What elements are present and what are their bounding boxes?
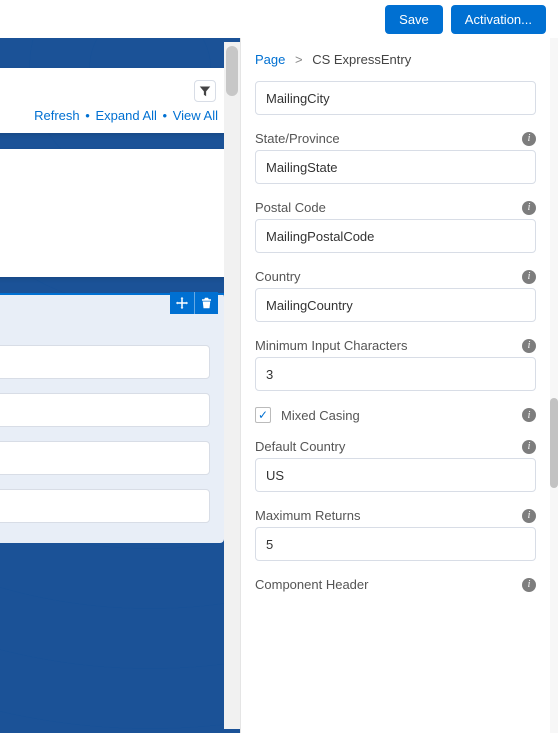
field-min-chars: Minimum Input Characters i <box>255 338 536 391</box>
country-input[interactable] <box>255 288 536 322</box>
toolbar: Save Activation... <box>0 0 558 38</box>
activation-button[interactable]: Activation... <box>451 5 546 34</box>
canvas-area: ime • All activities • All types Refresh… <box>0 38 240 733</box>
delete-icon[interactable] <box>194 292 218 314</box>
min-chars-label: Minimum Input Characters <box>255 338 407 353</box>
field-postal: Postal Code i <box>255 200 536 253</box>
default-country-input[interactable] <box>255 458 536 492</box>
info-icon[interactable]: i <box>522 339 536 353</box>
page-scrollbar[interactable] <box>550 38 558 733</box>
ghost-input <box>0 489 210 523</box>
info-icon[interactable]: i <box>522 270 536 284</box>
separator-dot: • <box>163 108 168 123</box>
refresh-link[interactable]: Refresh <box>34 108 80 123</box>
mixed-casing-checkbox[interactable]: ✓ <box>255 407 271 423</box>
country-label: Country <box>255 269 301 284</box>
past-activity-line: t activity. <box>0 226 218 246</box>
field-component-header: Component Header i <box>255 577 536 592</box>
info-icon[interactable]: i <box>522 201 536 215</box>
field-city <box>255 81 536 115</box>
info-icon[interactable]: i <box>522 408 536 422</box>
default-country-label: Default Country <box>255 439 345 454</box>
field-default-country: Default Country i <box>255 439 536 492</box>
city-input[interactable] <box>255 81 536 115</box>
breadcrumb: Page > CS ExpressEntry <box>255 52 536 67</box>
page-scroll-thumb[interactable] <box>550 398 558 488</box>
next-steps-card: t steps. a task or set up a meeting. t a… <box>0 149 232 277</box>
canvas-scrollbar[interactable] <box>224 42 240 729</box>
save-button[interactable]: Save <box>385 5 443 34</box>
postal-input[interactable] <box>255 219 536 253</box>
expand-all-link[interactable]: Expand All <box>95 108 156 123</box>
field-state: State/Province i <box>255 131 536 184</box>
min-chars-input[interactable] <box>255 357 536 391</box>
info-icon[interactable]: i <box>522 440 536 454</box>
property-panel: Page > CS ExpressEntry State/Province i … <box>240 38 550 733</box>
past-activity-line: rked as done show up here. <box>0 246 218 266</box>
move-icon[interactable] <box>170 292 194 314</box>
chevron-right-icon: > <box>295 52 303 67</box>
state-label: State/Province <box>255 131 340 146</box>
view-all-link[interactable]: View All <box>173 108 218 123</box>
filter-icon[interactable] <box>194 80 216 102</box>
breadcrumb-current: CS ExpressEntry <box>312 52 411 67</box>
ghost-input <box>0 393 210 427</box>
info-icon[interactable]: i <box>522 132 536 146</box>
state-input[interactable] <box>255 150 536 184</box>
breadcrumb-root[interactable]: Page <box>255 52 285 67</box>
mixed-casing-label: Mixed Casing <box>281 408 360 423</box>
max-returns-input[interactable] <box>255 527 536 561</box>
field-country: Country i <box>255 269 536 322</box>
max-returns-label: Maximum Returns <box>255 508 360 523</box>
check-icon: ✓ <box>258 409 268 421</box>
ghost-input <box>0 345 210 379</box>
info-icon[interactable]: i <box>522 578 536 592</box>
field-mixed-casing: ✓ Mixed Casing i <box>255 407 536 423</box>
next-steps-line: a task or set up a meeting. <box>0 181 218 201</box>
canvas-scroll-thumb[interactable] <box>226 46 238 96</box>
activity-filter-card: ime • All activities • All types Refresh… <box>0 68 232 133</box>
ghost-input <box>0 441 210 475</box>
component-header-label: Component Header <box>255 577 368 592</box>
info-icon[interactable]: i <box>522 509 536 523</box>
separator-dot: • <box>85 108 90 123</box>
field-max-returns: Maximum Returns i <box>255 508 536 561</box>
selected-component[interactable]: try <box>0 293 224 543</box>
postal-label: Postal Code <box>255 200 326 215</box>
next-steps-line: t steps. <box>0 161 218 181</box>
component-title: try <box>0 311 210 331</box>
